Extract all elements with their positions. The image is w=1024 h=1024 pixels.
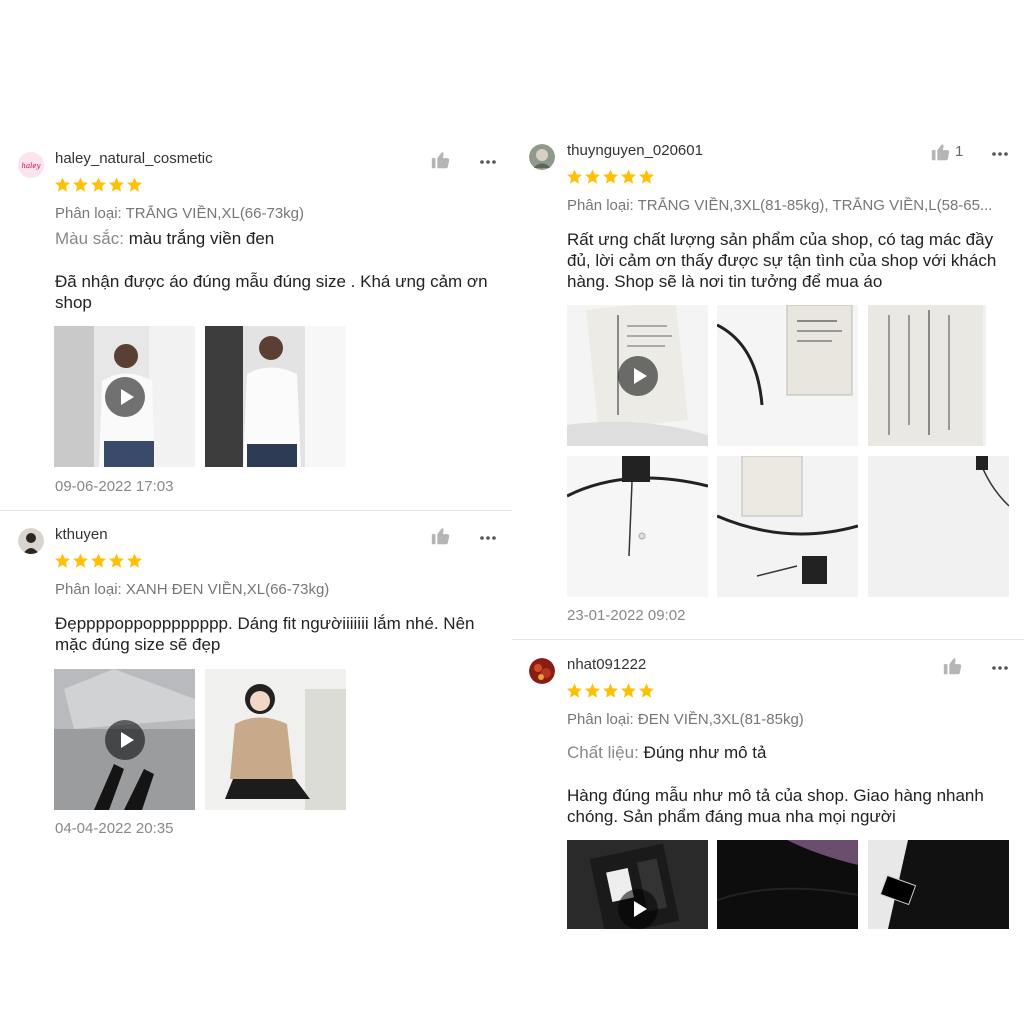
review-comment: Rất ưng chất lượng sản phẩm của shop, có…: [567, 230, 997, 291]
attribute-line: Chất liệu: Đúng như mô tả: [567, 743, 766, 763]
variation-value: TRẮNG VIỀN,XL(66-73kg): [125, 205, 305, 222]
review-image-thumbnail[interactable]: [205, 669, 346, 810]
variation-label: Phân loại:: [55, 205, 122, 222]
more-dots-icon[interactable]: [991, 660, 1011, 670]
star-rating: [54, 176, 143, 194]
review-video-thumbnail[interactable]: [567, 840, 708, 929]
avatar[interactable]: [529, 144, 555, 170]
review-image-thumbnail[interactable]: [205, 326, 346, 467]
variation: Phân loại: ĐEN VIỀN,3XL(81-85kg): [567, 711, 1007, 728]
star-icon: [91, 177, 106, 192]
star-icon: [109, 177, 124, 192]
star-icon: [585, 683, 600, 698]
username[interactable]: haley_natural_cosmetic: [55, 150, 213, 167]
star-icon: [567, 683, 582, 698]
star-icon: [73, 177, 88, 192]
review-image-thumbnail[interactable]: [868, 456, 1009, 597]
review-video-thumbnail[interactable]: [54, 326, 195, 467]
username[interactable]: thuynguyen_020601: [567, 142, 703, 159]
star-icon: [621, 169, 636, 184]
star-icon: [585, 169, 600, 184]
username[interactable]: kthuyen: [55, 526, 108, 543]
variation-label: Phân loại:: [567, 711, 634, 728]
star-rating: [566, 168, 655, 186]
play-icon[interactable]: [104, 376, 145, 417]
variation-label: Phân loại:: [55, 581, 122, 598]
review-video-thumbnail[interactable]: [567, 305, 708, 446]
divider: [512, 639, 1024, 640]
review-image-thumbnail[interactable]: [868, 840, 1009, 929]
play-icon[interactable]: [617, 355, 658, 396]
review-image-thumbnail[interactable]: [717, 840, 858, 929]
more-dots-icon[interactable]: [991, 146, 1011, 156]
review-comment: Đẹppppoppopppppppp. Dáng fit ngườiiiiiii…: [55, 614, 475, 654]
svg-text:haley: haley: [21, 162, 41, 170]
username[interactable]: nhat091222: [567, 656, 646, 673]
star-icon: [91, 553, 106, 568]
avatar[interactable]: [529, 658, 555, 684]
review-date: 23-01-2022 09:02: [567, 607, 686, 624]
variation-value: TRẮNG VIỀN,3XL(81-85kg), TRẮNG VIỀN,L(58…: [637, 197, 993, 214]
star-icon: [55, 177, 70, 192]
review-image-thumbnail[interactable]: [868, 305, 1009, 446]
variation: Phân loại: TRẮNG VIỀN,3XL(81-85kg), TRẮN…: [567, 197, 1007, 214]
review-image-thumbnail[interactable]: [717, 456, 858, 597]
review-video-thumbnail[interactable]: [54, 669, 195, 810]
star-icon: [127, 553, 142, 568]
avatar[interactable]: haley: [18, 152, 44, 178]
review-comment: Đã nhận được áo đúng mẫu đúng size . Khá…: [55, 272, 488, 312]
variation-value: XANH ĐEN VIỀN,XL(66-73kg): [125, 581, 330, 598]
star-icon: [603, 169, 618, 184]
star-icon: [567, 169, 582, 184]
attribute-line: Màu sắc: màu trắng viền đen: [55, 229, 274, 249]
star-icon: [109, 553, 124, 568]
like-count: 1: [955, 143, 964, 160]
review-image-thumbnail[interactable]: [567, 456, 708, 597]
variation: Phân loại: TRẮNG VIỀN,XL(66-73kg): [55, 205, 495, 222]
review-image-thumbnail[interactable]: [717, 305, 858, 446]
thumbs-up-icon[interactable]: [430, 525, 452, 547]
thumbs-up-icon[interactable]: [430, 149, 452, 171]
attribute-value: Đúng như mô tả: [643, 743, 767, 762]
variation: Phân loại: XANH ĐEN VIỀN,XL(66-73kg): [55, 581, 495, 598]
star-icon: [639, 683, 654, 698]
star-icon: [127, 177, 142, 192]
star-icon: [639, 169, 654, 184]
star-rating: [54, 552, 143, 570]
thumbs-up-icon[interactable]: [942, 655, 964, 677]
avatar[interactable]: [18, 528, 44, 554]
review-comment: Hàng đúng mẫu như mô tả của shop. Giao h…: [567, 786, 984, 826]
star-icon: [621, 683, 636, 698]
star-icon: [603, 683, 618, 698]
more-dots-icon[interactable]: [479, 154, 499, 164]
variation-label: Phân loại:: [567, 197, 634, 214]
attribute-value: màu trắng viền đen: [128, 229, 275, 248]
play-icon[interactable]: [104, 719, 145, 760]
star-icon: [55, 553, 70, 568]
review-date: 04-04-2022 20:35: [55, 820, 174, 837]
star-icon: [73, 553, 88, 568]
more-dots-icon[interactable]: [479, 530, 499, 540]
attribute-key: Chất liệu:: [567, 743, 639, 762]
review-date: 09-06-2022 17:03: [55, 478, 174, 495]
attribute-key: Màu sắc:: [55, 229, 124, 248]
thumbs-up-icon[interactable]: [930, 141, 952, 163]
variation-value: ĐEN VIỀN,3XL(81-85kg): [637, 711, 804, 728]
play-icon[interactable]: [617, 889, 658, 929]
divider: [0, 510, 512, 511]
star-rating: [566, 682, 655, 700]
